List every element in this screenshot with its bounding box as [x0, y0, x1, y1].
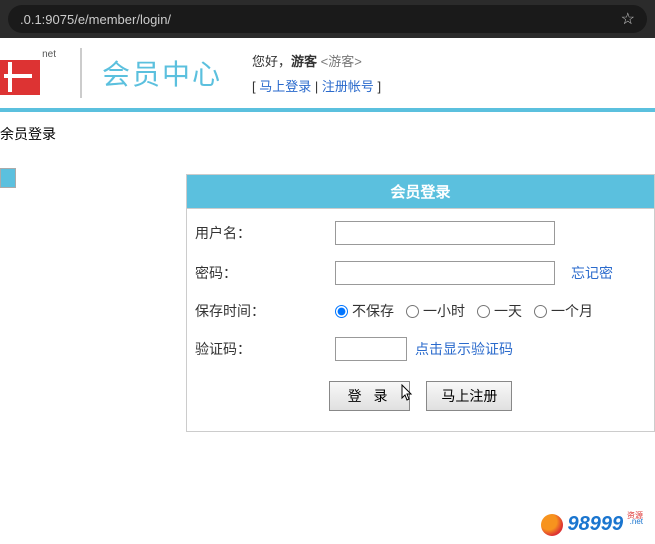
radio-hour[interactable] — [406, 305, 419, 318]
radio-month[interactable] — [534, 305, 547, 318]
login-panel: 会员登录 用户名： 密码： 忘记密 保存时间： 不保存 一小时 — [186, 174, 655, 432]
user-greeting: 您好，游客 <游客> — [252, 51, 381, 70]
header-divider — [80, 48, 82, 98]
side-tab-block[interactable] — [0, 168, 16, 188]
panel-body: 用户名： 密码： 忘记密 保存时间： 不保存 一小时 一天 一个月 — [186, 209, 655, 432]
register-button[interactable]: 马上注册 — [426, 381, 512, 411]
member-center-title: 会员中心 — [102, 53, 222, 93]
username-input[interactable] — [335, 221, 555, 245]
button-row: 登 录 马上注册 — [195, 369, 646, 411]
row-password: 密码： 忘记密 — [195, 253, 646, 293]
login-button[interactable]: 登 录 — [329, 381, 411, 411]
radio-nosave[interactable] — [335, 305, 348, 318]
panel-title: 会员登录 — [186, 174, 655, 209]
row-savetime: 保存时间： 不保存 一小时 一天 一个月 — [195, 293, 646, 329]
greet-user: 游客 — [291, 54, 317, 69]
logo-icon — [0, 60, 40, 95]
show-captcha-link[interactable]: 点击显示验证码 — [415, 339, 513, 359]
header-login-link[interactable]: 马上登录 — [259, 79, 311, 94]
url-text: .0.1:9075/e/member/login/ — [20, 12, 171, 27]
content-wrap: 会员登录 用户名： 密码： 忘记密 保存时间： 不保存 一小时 — [0, 154, 655, 432]
user-info-block: 您好，游客 <游客> [ 马上登录 | 注册帐号 ] — [252, 51, 381, 95]
page-header: net 会员中心 您好，游客 <游客> [ 马上登录 | 注册帐号 ] — [0, 38, 655, 112]
username-label: 用户名： — [195, 223, 335, 243]
side-tab — [0, 168, 16, 432]
captcha-input[interactable] — [335, 337, 407, 361]
breadcrumb: 余员登录 — [0, 112, 655, 154]
site-logo[interactable]: net — [0, 49, 60, 98]
header-register-link[interactable]: 注册帐号 — [322, 79, 374, 94]
logo-top-text: net — [0, 49, 60, 60]
url-bar[interactable]: .0.1:9075/e/member/login/ ☆ — [8, 5, 647, 33]
radio-month-label[interactable]: 一个月 — [534, 301, 593, 321]
footer-brand[interactable]: 98999 资源 .net — [541, 513, 643, 536]
radio-day[interactable] — [477, 305, 490, 318]
forgot-password-link[interactable]: 忘记密 — [571, 263, 613, 283]
row-username: 用户名： — [195, 213, 646, 253]
footer-brand-text: 98999 — [567, 513, 623, 535]
greet-prefix: 您好， — [252, 54, 291, 69]
bookmark-star-icon[interactable]: ☆ — [621, 9, 635, 29]
radio-nosave-label[interactable]: 不保存 — [335, 301, 394, 321]
radio-day-label[interactable]: 一天 — [477, 301, 522, 321]
row-captcha: 验证码： 点击显示验证码 — [195, 329, 646, 369]
greet-role: <游客> — [321, 54, 362, 69]
user-links: [ 马上登录 | 注册帐号 ] — [252, 76, 381, 95]
radio-hour-label[interactable]: 一小时 — [406, 301, 465, 321]
swirl-icon — [541, 514, 563, 536]
password-input[interactable] — [335, 261, 555, 285]
browser-chrome: .0.1:9075/e/member/login/ ☆ — [0, 0, 655, 38]
savetime-radios: 不保存 一小时 一天 一个月 — [335, 301, 646, 321]
savetime-label: 保存时间： — [195, 301, 335, 321]
captcha-label: 验证码： — [195, 339, 335, 359]
password-label: 密码： — [195, 263, 335, 283]
footer-brand-suffix: 资源 .net — [627, 513, 643, 525]
